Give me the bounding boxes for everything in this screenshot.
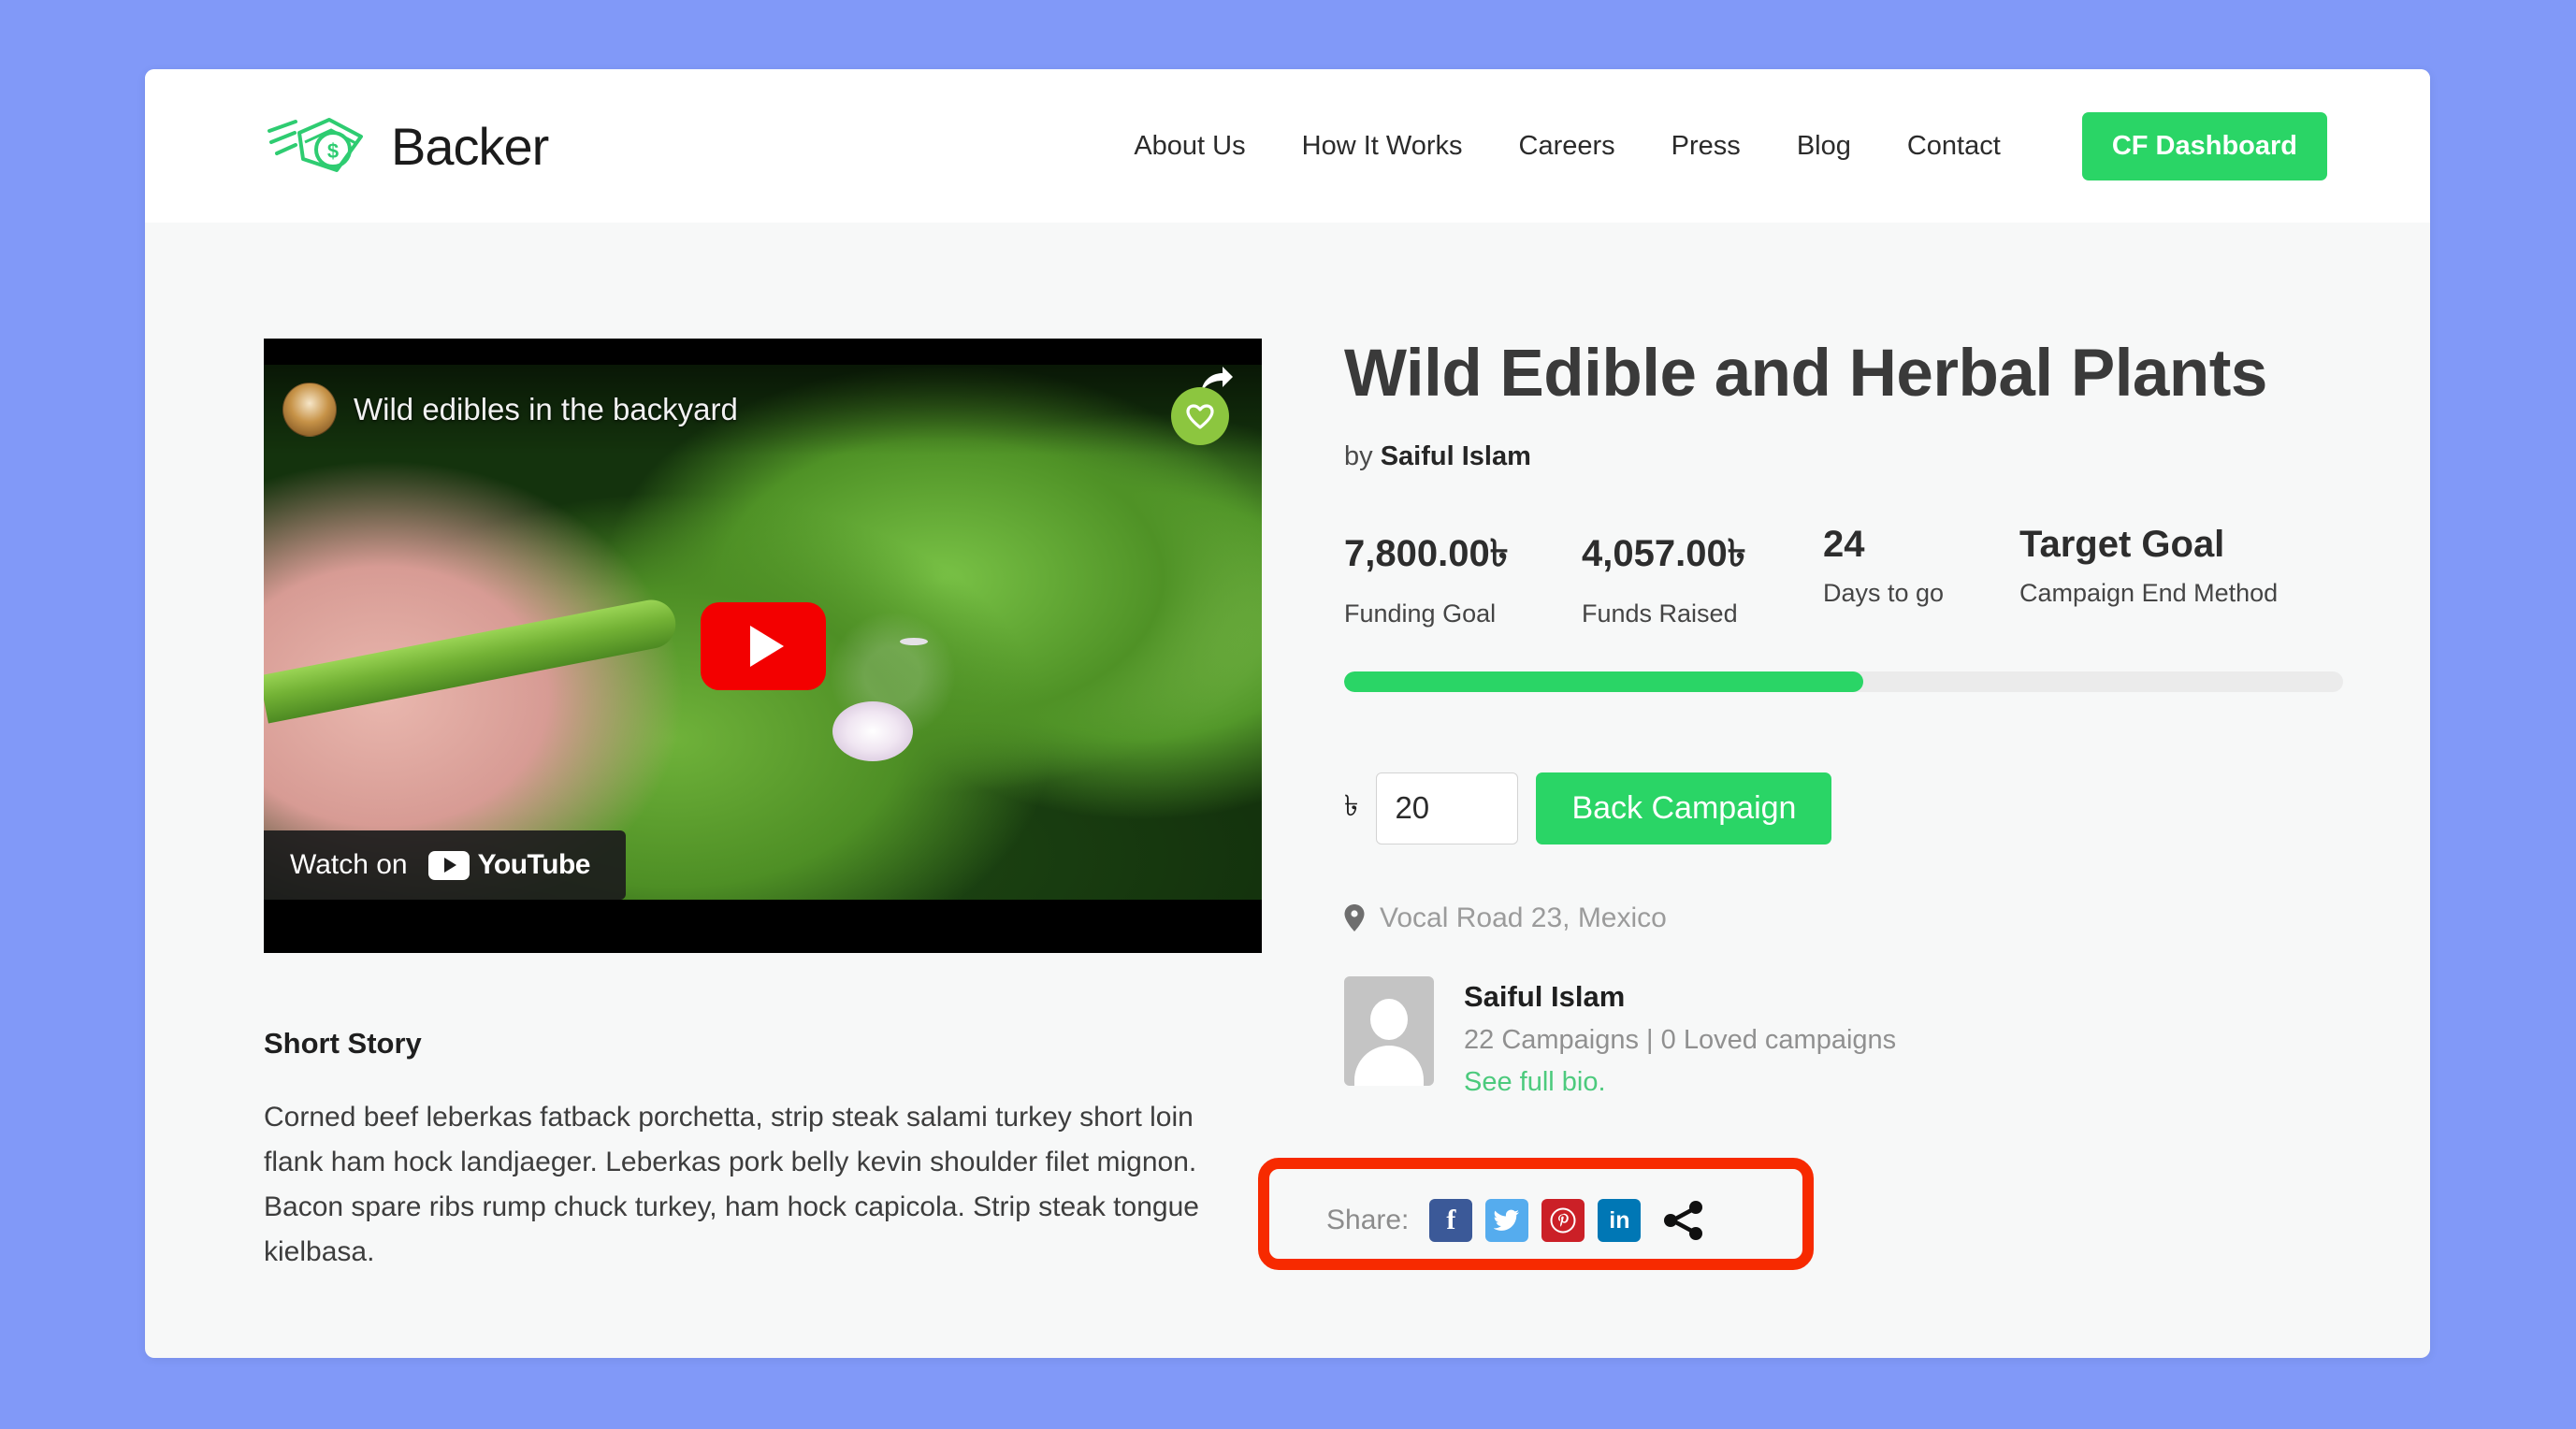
left-column: Wild edibles in the backyard Watch on Yo… — [264, 339, 1262, 1275]
svg-text:$: $ — [327, 139, 339, 163]
site-header: $ Backer About Us How It Works Careers P… — [145, 69, 2430, 223]
back-campaign-button[interactable]: Back Campaign — [1536, 772, 1832, 844]
stat-label: Funds Raised — [1582, 599, 1738, 628]
youtube-play-icon — [427, 850, 470, 880]
campaign-stats: 7,800.00৳ Funding Goal 4,057.00৳ Funds R… — [1344, 524, 2343, 628]
nav-item-contact[interactable]: Contact — [1907, 131, 2001, 162]
author-details: Saiful Islam 22 Campaigns | 0 Loved camp… — [1464, 976, 1896, 1098]
currency-symbol: ৳ — [1344, 789, 1359, 823]
video-top-overlay: Wild edibles in the backyard — [264, 365, 1262, 455]
pinterest-share-icon[interactable] — [1541, 1199, 1585, 1242]
video-player[interactable]: Wild edibles in the backyard Watch on Yo… — [264, 339, 1262, 953]
stat-funds-raised: 4,057.00৳ Funds Raised — [1582, 524, 1823, 628]
play-icon[interactable] — [700, 601, 826, 690]
short-story-heading: Short Story — [264, 1027, 422, 1060]
stat-label: Funding Goal — [1344, 599, 1497, 628]
page-card: $ Backer About Us How It Works Careers P… — [145, 69, 2430, 1358]
funding-progress-fill — [1344, 671, 1864, 692]
video-title: Wild edibles in the backyard — [354, 392, 738, 426]
share-bar: Share: f in — [1326, 1199, 1708, 1242]
facebook-share-icon[interactable]: f — [1429, 1199, 1473, 1242]
share-nodes-icon[interactable] — [1659, 1199, 1708, 1242]
author-meta: 22 Campaigns | 0 Loved campaigns — [1464, 1024, 1897, 1055]
video-like-group — [1171, 367, 1233, 445]
page-title: Wild Edible and Herbal Plants — [1344, 337, 2267, 411]
back-campaign-row: ৳ Back Campaign — [1344, 772, 2343, 844]
short-story-text: Corned beef leberkas fatback porchetta, … — [264, 1102, 1199, 1267]
share-label: Share: — [1326, 1205, 1410, 1235]
user-avatar-icon — [1344, 975, 1434, 1086]
stat-label: Campaign End Method — [2019, 578, 2279, 607]
see-full-bio-link[interactable]: See full bio. — [1464, 1067, 1606, 1098]
twitter-share-icon[interactable] — [1485, 1199, 1529, 1242]
campaign-location: Vocal Road 23, Mexico — [1344, 902, 2343, 934]
stat-days-to-go: 24 Days to go — [1823, 524, 2019, 628]
author-name: Saiful Islam — [1464, 979, 1626, 1013]
campaign-author-name: Saiful Islam — [1380, 440, 1531, 471]
map-pin-icon — [1344, 903, 1365, 931]
youtube-logo: YouTube — [427, 849, 591, 881]
nav-item-press[interactable]: Press — [1672, 131, 1741, 162]
stat-value: 24 — [1823, 523, 1865, 565]
nav-item-about-us[interactable]: About Us — [1134, 131, 1245, 162]
right-column: Wild Edible and Herbal Plants by Saiful … — [1344, 337, 2343, 1275]
plant-stem — [264, 595, 680, 724]
plant-flower — [832, 701, 914, 762]
nav-item-blog[interactable]: Blog — [1797, 131, 1851, 162]
watch-on-youtube-button[interactable]: Watch on YouTube — [264, 830, 626, 900]
cf-dashboard-button[interactable]: CF Dashboard — [2081, 111, 2327, 180]
stat-label: Days to go — [1823, 578, 1945, 607]
main-nav: About Us How It Works Careers Press Blog… — [1134, 111, 2327, 180]
linkedin-share-icon[interactable]: in — [1598, 1199, 1642, 1242]
by-prefix: by — [1344, 440, 1381, 471]
stat-funding-goal: 7,800.00৳ Funding Goal — [1344, 524, 1582, 628]
nav-item-careers[interactable]: Careers — [1519, 131, 1615, 162]
pledge-amount-input[interactable] — [1376, 772, 1519, 844]
campaign-author-line: by Saiful Islam — [1344, 441, 2343, 472]
stat-campaign-end-method: Target Goal Campaign End Method — [2019, 524, 2278, 628]
channel-avatar-icon[interactable] — [282, 383, 337, 437]
stat-value: 7,800.00৳ — [1344, 532, 1509, 574]
youtube-wordmark: YouTube — [477, 849, 591, 880]
watch-on-label: Watch on — [290, 849, 408, 880]
brand-logo[interactable]: $ Backer — [264, 112, 549, 180]
play-triangle — [749, 625, 784, 667]
funding-progress-bar — [1344, 671, 2343, 692]
stat-value: Target Goal — [2019, 523, 2225, 565]
author-card: Saiful Islam 22 Campaigns | 0 Loved camp… — [1344, 975, 2343, 1098]
brand-name: Backer — [391, 116, 549, 176]
stat-value: 4,057.00৳ — [1582, 532, 1746, 574]
main-content: Wild edibles in the backyard Watch on Yo… — [145, 223, 2430, 1275]
location-text: Vocal Road 23, Mexico — [1380, 902, 1667, 933]
heart-icon[interactable] — [1171, 387, 1229, 445]
nav-item-how-it-works[interactable]: How It Works — [1302, 131, 1463, 162]
money-stack-icon: $ — [268, 118, 363, 172]
